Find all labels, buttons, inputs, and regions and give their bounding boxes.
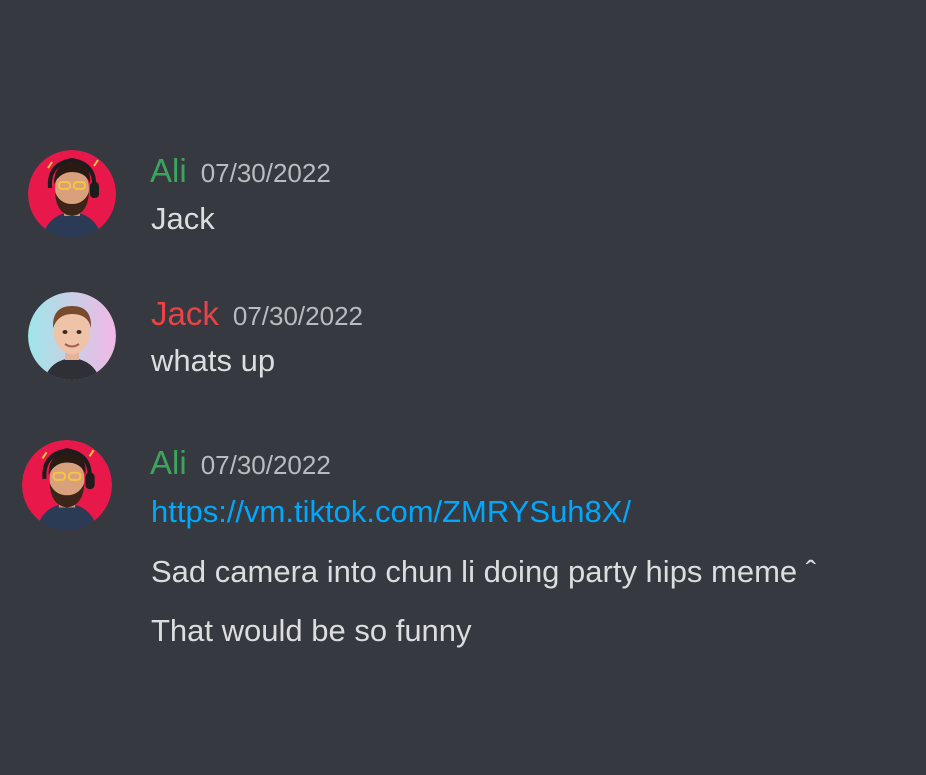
tiktok-link[interactable]: https://vm.tiktok.com/ZMRYSuh8X/ xyxy=(151,494,631,529)
avatar-jack[interactable] xyxy=(28,292,116,380)
message-text: That would be so funny xyxy=(151,613,472,648)
username-ali[interactable]: Ali xyxy=(150,154,187,187)
message-text: whats up xyxy=(151,343,276,378)
avatar-ali[interactable] xyxy=(28,150,116,238)
message-header: Jack 07/30/2022 xyxy=(151,297,363,330)
message-timestamp: 07/30/2022 xyxy=(232,301,363,331)
message-text: Sad camera into chun li doing party hips… xyxy=(151,554,817,589)
chat-message-list: Ali 07/30/2022 Jack Jack 07/30/2022 what… xyxy=(0,0,926,775)
message-timestamp: 07/30/2022 xyxy=(200,158,331,188)
message-header: Ali 07/30/2022 xyxy=(150,446,331,479)
message-timestamp: 07/30/2022 xyxy=(200,450,331,480)
message-link-line: https://vm.tiktok.com/ZMRYSuh8X/ xyxy=(151,496,631,527)
username-jack[interactable]: Jack xyxy=(151,297,219,330)
avatar-ali[interactable] xyxy=(22,440,112,530)
message-text: Jack xyxy=(151,201,215,236)
message-header: Ali 07/30/2022 xyxy=(150,154,331,187)
username-ali[interactable]: Ali xyxy=(150,446,187,479)
